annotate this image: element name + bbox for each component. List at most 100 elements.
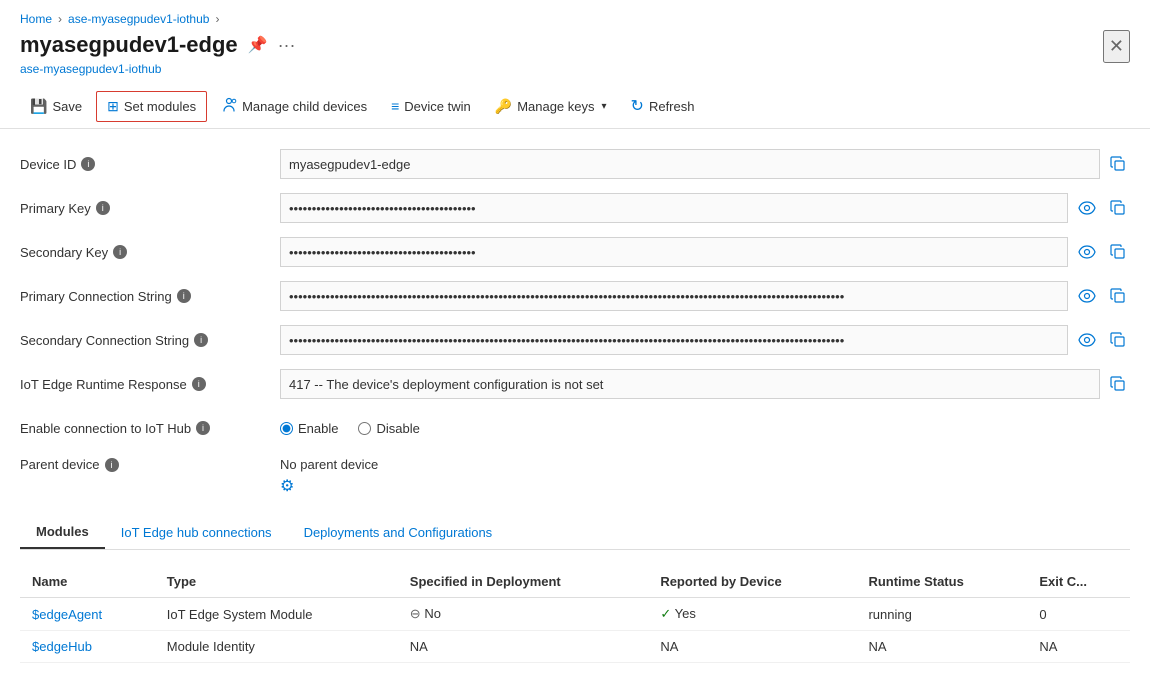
iot-edge-runtime-row: IoT Edge Runtime Response i [20,369,1130,399]
save-icon: 💾 [30,98,47,115]
table-body: $edgeAgent IoT Edge System Module ⊖ No ✓… [20,598,1130,663]
breadcrumb-sep1: › [58,12,62,26]
gear-icon[interactable]: ⚙ [280,478,294,495]
primary-connection-string-eye-button[interactable] [1074,287,1100,305]
secondary-connection-string-info-icon[interactable]: i [194,333,208,347]
manage-child-icon [221,97,237,116]
edge-hub-reported: NA [648,631,856,663]
primary-key-input[interactable] [280,193,1068,223]
primary-key-info-icon[interactable]: i [96,201,110,215]
breadcrumb-hub[interactable]: ase-myasegpudev1-iothub [68,12,209,26]
page-title: myasegpudev1-edge [20,32,238,58]
device-id-label: Device ID i [20,157,280,172]
device-id-input[interactable] [280,149,1100,179]
disable-radio-label[interactable]: Disable [358,421,419,436]
more-icon[interactable]: ··· [278,35,296,56]
no-parent-text: No parent device [280,457,378,472]
tab-modules[interactable]: Modules [20,516,105,549]
iot-edge-runtime-input[interactable] [280,369,1100,399]
set-modules-button[interactable]: ⊞ Set modules [96,91,207,122]
secondary-key-eye-button[interactable] [1074,243,1100,261]
primary-key-eye-button[interactable] [1074,199,1100,217]
secondary-key-copy-button[interactable] [1106,242,1130,262]
device-twin-button[interactable]: ≡ Device twin [381,92,481,120]
breadcrumb-home[interactable]: Home [20,12,52,26]
enable-connection-row: Enable connection to IoT Hub i Enable Di… [20,413,1130,443]
check-icon: ✓ [660,606,671,621]
enable-connection-info-icon[interactable]: i [196,421,210,435]
device-id-copy-button[interactable] [1106,154,1130,174]
secondary-connection-string-row: Secondary Connection String i [20,325,1130,355]
disable-radio[interactable] [358,422,371,435]
edge-hub-link[interactable]: $edgeHub [32,639,92,654]
edge-hub-specified: NA [398,631,649,663]
edge-hub-exit-code: NA [1027,631,1130,663]
save-button[interactable]: 💾 Save [20,92,92,121]
tab-deployments[interactable]: Deployments and Configurations [288,516,509,549]
primary-connection-string-info-icon[interactable]: i [177,289,191,303]
secondary-key-input-wrapper [280,237,1130,267]
enable-radio[interactable] [280,422,293,435]
manage-child-button[interactable]: Manage child devices [211,91,377,122]
col-specified: Specified in Deployment [398,566,649,598]
page-subtitle: ase-myasegpudev1-iothub [20,62,1130,76]
edge-hub-type: Module Identity [155,631,398,663]
col-reported: Reported by Device [648,566,856,598]
edge-agent-reported: ✓ Yes [648,598,856,631]
refresh-icon: ↻ [631,96,644,116]
secondary-connection-string-label: Secondary Connection String i [20,333,280,348]
modules-table-section: Name Type Specified in Deployment Report… [20,566,1130,663]
title-row: myasegpudev1-edge 📌 ··· [20,32,1130,58]
parent-device-label: Parent device i [20,457,280,472]
primary-key-input-wrapper [280,193,1130,223]
table-row: $edgeHub Module Identity NA NA NA NA [20,631,1130,663]
col-type: Type [155,566,398,598]
pin-icon[interactable]: 📌 [248,35,268,55]
edge-agent-link[interactable]: $edgeAgent [32,607,102,622]
breadcrumb-sep2: › [215,12,219,26]
main-content: Device ID i Primary Key i [0,129,1150,683]
manage-keys-button[interactable]: 🔑 Manage keys ▾ [485,92,617,121]
secondary-key-row: Secondary Key i [20,237,1130,267]
col-exit-code: Exit C... [1027,566,1130,598]
edge-agent-specified: ⊖ No [398,598,649,631]
secondary-connection-string-copy-button[interactable] [1106,330,1130,350]
manage-keys-icon: 🔑 [495,98,512,115]
modules-table: Name Type Specified in Deployment Report… [20,566,1130,663]
iot-edge-runtime-copy-button[interactable] [1106,374,1130,394]
secondary-key-label: Secondary Key i [20,245,280,260]
refresh-button[interactable]: ↻ Refresh [621,90,705,122]
device-id-row: Device ID i [20,149,1130,179]
secondary-connection-string-input[interactable] [280,325,1068,355]
header-bar: Home › ase-myasegpudev1-iothub › myasegp… [0,0,1150,129]
toolbar: 💾 Save ⊞ Set modules Manage child device… [20,84,1130,128]
secondary-key-input[interactable] [280,237,1068,267]
close-button[interactable]: ✕ [1103,30,1130,63]
primary-connection-string-copy-button[interactable] [1106,286,1130,306]
edge-agent-type: IoT Edge System Module [155,598,398,631]
primary-key-label: Primary Key i [20,201,280,216]
edge-hub-runtime-status: NA [856,631,1027,663]
enable-connection-radio-group: Enable Disable [280,421,420,436]
iot-edge-runtime-label: IoT Edge Runtime Response i [20,377,280,392]
primary-connection-string-input[interactable] [280,281,1068,311]
secondary-key-info-icon[interactable]: i [113,245,127,259]
tab-iot-edge-hub[interactable]: IoT Edge hub connections [105,516,288,549]
parent-device-row: Parent device i No parent device ⚙ [20,457,1130,496]
device-id-input-wrapper [280,149,1130,179]
edge-agent-runtime-status: running [856,598,1027,631]
parent-device-info-icon[interactable]: i [105,458,119,472]
col-runtime-status: Runtime Status [856,566,1027,598]
tabs-section: Modules IoT Edge hub connections Deploym… [20,516,1130,663]
iot-edge-runtime-info-icon[interactable]: i [192,377,206,391]
manage-keys-chevron: ▾ [602,101,607,112]
device-id-info-icon[interactable]: i [81,157,95,171]
enable-connection-label: Enable connection to IoT Hub i [20,421,280,436]
enable-radio-label[interactable]: Enable [280,421,338,436]
device-twin-icon: ≡ [391,98,399,114]
edge-agent-exit-code: 0 [1027,598,1130,631]
primary-connection-string-row: Primary Connection String i [20,281,1130,311]
primary-key-copy-button[interactable] [1106,198,1130,218]
set-modules-icon: ⊞ [107,98,119,115]
secondary-connection-string-eye-button[interactable] [1074,331,1100,349]
